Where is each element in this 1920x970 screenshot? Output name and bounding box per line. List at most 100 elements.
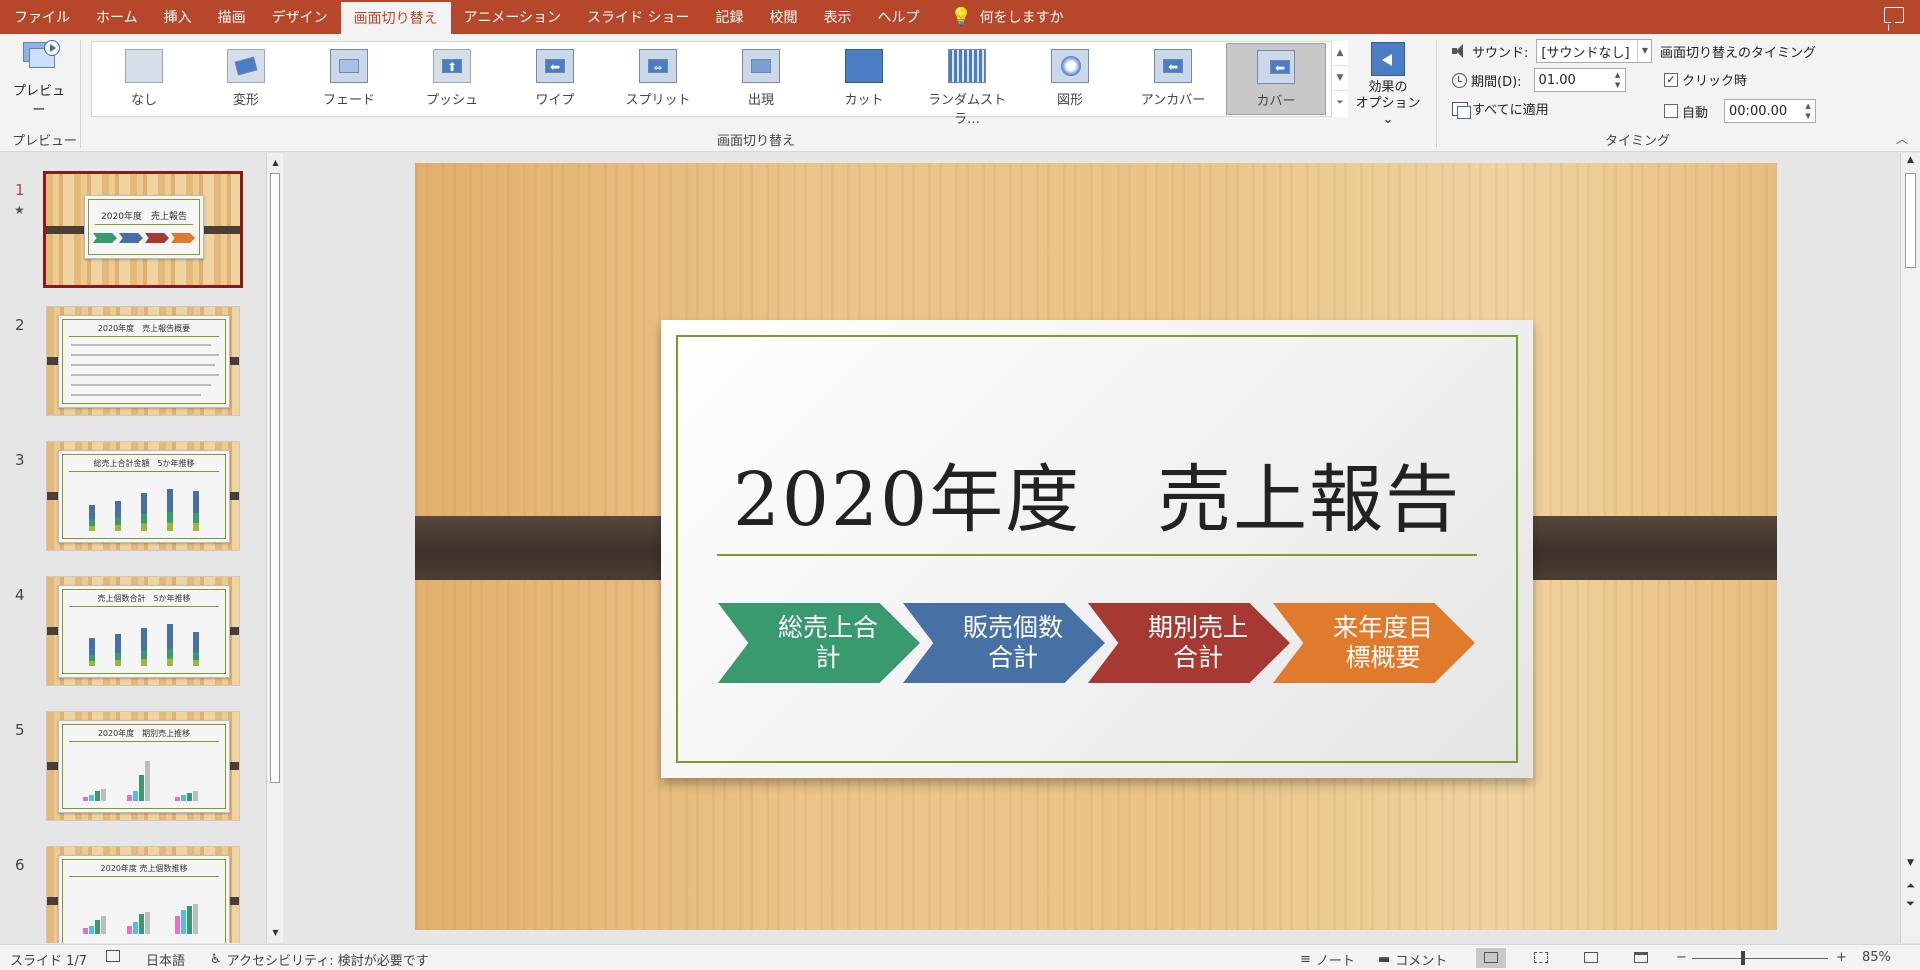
slide-thumbnail-5[interactable]: 5 2020年度 期別売上推移 <box>0 711 262 831</box>
scroll-up-icon[interactable]: ▲ <box>1901 155 1920 165</box>
transition-wipe[interactable]: ⬅ ワイプ <box>505 43 605 115</box>
next-slide-icon[interactable]: ⏷ <box>1901 897 1920 911</box>
reading-view-button[interactable] <box>1576 948 1606 968</box>
zoom-in-button[interactable]: + <box>1836 950 1847 965</box>
sound-row: サウンド: [サウンドなし] ▼ <box>1452 39 1653 63</box>
tell-me-search[interactable]: 💡 何をしますか <box>933 0 1064 34</box>
slide-sorter-button[interactable] <box>1526 948 1556 968</box>
notes-button[interactable]: ≡ ノート <box>1300 950 1355 969</box>
collapse-ribbon-icon[interactable]: ︿ <box>1896 130 1908 147</box>
effect-options-button[interactable]: 効果の オプション ⌄ <box>1352 40 1424 127</box>
tab-transitions[interactable]: 画面切り替え <box>340 2 451 34</box>
on-click-label: クリック時 <box>1682 74 1748 89</box>
tab-help[interactable]: ヘルプ <box>865 0 933 34</box>
comments-icon[interactable] <box>1884 7 1904 23</box>
zoom-slider[interactable] <box>1692 958 1828 959</box>
chevron-text: 販売個数合計 <box>962 613 1063 672</box>
slide-editor: 2020年度 売上報告 総売上合計 販売個数合計 期別売上合計 来年度目標概要 <box>283 153 1900 943</box>
tab-review[interactable]: 校閲 <box>757 0 811 34</box>
transition-random-bars[interactable]: ランダムストラ… <box>917 43 1017 127</box>
editor-scrollbar[interactable]: ▲ ▼ ⏶ ⏷ <box>1900 153 1920 943</box>
slide-thumbnail-1[interactable]: 1 ★ 2020年度 売上報告 <box>0 171 262 291</box>
transition-shape[interactable]: 図形 <box>1020 43 1120 115</box>
speaker-icon <box>1452 44 1468 58</box>
thumbnail-title: 総売上合計金額 5か年推移 <box>93 459 195 468</box>
transition-label: カバー <box>1256 94 1296 109</box>
gallery-down-icon[interactable]: ▼ <box>1332 66 1348 91</box>
previous-slide-icon[interactable]: ⏶ <box>1901 879 1920 893</box>
slide-title[interactable]: 2020年度 売上報告 <box>661 440 1533 547</box>
preview-button[interactable]: プレビュー <box>8 40 70 118</box>
transition-uncover[interactable]: ⬅ アンカバー <box>1123 43 1223 115</box>
sound-select[interactable]: [サウンドなし] ▼ <box>1536 39 1653 63</box>
notes-icon: ≡ <box>1300 952 1311 967</box>
transition-label: ワイプ <box>535 93 575 108</box>
auto-checkbox[interactable]: 自動 00:00.00 ▲ ▼ <box>1664 99 1817 123</box>
decorative-band-left <box>415 516 691 580</box>
thumbnail-frame: 2020年度 売上個数推移 <box>46 846 240 943</box>
slideshow-button[interactable] <box>1626 948 1656 968</box>
on-click-checkbox[interactable]: ✓ クリック時 <box>1664 70 1747 89</box>
slide-thumbnail-2[interactable]: 2 2020年度 売上報告概要 <box>0 306 262 426</box>
decorative-band-right <box>1503 516 1777 580</box>
spell-check-icon[interactable] <box>106 950 120 962</box>
tab-record[interactable]: 記録 <box>703 0 757 34</box>
transition-fade[interactable]: フェード <box>299 43 399 115</box>
auto-label: 自動 <box>1682 105 1709 121</box>
accessibility-status[interactable]: ♿ アクセシビリティ: 検討が必要です <box>210 950 429 969</box>
tab-slideshow[interactable]: スライド ショー <box>574 0 702 34</box>
tab-view[interactable]: 表示 <box>811 0 865 34</box>
comments-button[interactable]: ▬ コメント <box>1378 950 1447 969</box>
thumbnail-title: 売上個数合計 5か年推移 <box>97 594 191 603</box>
slide-thumbnail-3[interactable]: 3 総売上合計金額 5か年推移 <box>0 441 262 561</box>
spinner-icon[interactable]: ▲ ▼ <box>1803 101 1813 121</box>
scroll-thumb[interactable] <box>270 173 280 783</box>
transition-reveal[interactable]: 出現 <box>711 43 811 115</box>
chevron-down-icon: ▼ <box>1637 40 1651 62</box>
chevron-period-sales[interactable]: 期別売上合計 <box>1088 603 1290 683</box>
chevron-next-year-goals[interactable]: 来年度目標概要 <box>1273 603 1475 683</box>
auto-time-input[interactable]: 00:00.00 ▲ ▼ <box>1724 99 1817 123</box>
transition-cut-icon <box>845 49 883 83</box>
scroll-thumb[interactable] <box>1905 173 1916 268</box>
transition-fade-icon <box>330 49 368 83</box>
scroll-up-icon[interactable]: ▲ <box>267 155 284 171</box>
duration-label: 期間(D): <box>1471 74 1522 90</box>
gallery-up-icon[interactable]: ▲ <box>1332 41 1348 66</box>
scroll-down-icon[interactable]: ▼ <box>267 925 284 941</box>
apply-all-button[interactable]: すべてに適用 <box>1452 99 1549 119</box>
zoom-out-button[interactable]: − <box>1676 950 1687 965</box>
zoom-level[interactable]: 85% <box>1862 950 1891 965</box>
reading-view-icon <box>1584 952 1598 963</box>
tab-design[interactable]: デザイン <box>259 0 341 34</box>
transition-none[interactable]: なし <box>94 43 194 115</box>
tab-animations[interactable]: アニメーション <box>451 0 574 34</box>
tab-home[interactable]: ホーム <box>83 0 151 34</box>
tab-file[interactable]: ファイル <box>0 0 83 34</box>
gallery-more-icon[interactable]: ⏷ <box>1332 91 1348 116</box>
transition-cut[interactable]: カット <box>814 43 914 115</box>
duration-input[interactable]: 01.00 ▲ ▼ <box>1533 68 1626 92</box>
transition-none-icon <box>125 49 163 83</box>
sound-value: [サウンドなし] <box>1541 45 1630 61</box>
transition-cover[interactable]: ⬅ カバー <box>1226 43 1326 115</box>
language-indicator[interactable]: 日本語 <box>146 950 185 969</box>
transition-push[interactable]: ⬆ プッシュ <box>402 43 502 115</box>
checkbox-icon <box>1664 104 1678 118</box>
lightbulb-icon: 💡 <box>950 7 972 27</box>
transition-morph[interactable]: 変形 <box>196 43 296 115</box>
transition-split[interactable]: ⇔ スプリット <box>608 43 708 115</box>
scroll-down-icon[interactable]: ▼ <box>1901 858 1920 868</box>
advance-heading-label: 画面切り替えのタイミング <box>1660 46 1817 61</box>
current-slide[interactable]: 2020年度 売上報告 総売上合計 販売個数合計 期別売上合計 来年度目標概要 <box>415 163 1777 930</box>
chevron-text: 期別売上合計 <box>1147 613 1248 672</box>
zoom-slider-handle[interactable] <box>1741 951 1745 965</box>
spinner-icon[interactable]: ▲ ▼ <box>1613 70 1623 90</box>
thumbnail-scrollbar[interactable]: ▲ ▼ <box>266 153 283 943</box>
thumbnail-pane: 1 ★ 2020年度 売上報告 2 2020年度 売上報告概要 3 総売上合計金… <box>0 153 282 943</box>
tab-insert[interactable]: 挿入 <box>151 0 205 34</box>
slide-thumbnail-6[interactable]: 6 2020年度 売上個数推移 <box>0 846 262 943</box>
normal-view-button[interactable] <box>1476 948 1506 968</box>
slide-thumbnail-4[interactable]: 4 売上個数合計 5か年推移 <box>0 576 262 696</box>
tab-draw[interactable]: 描画 <box>205 0 259 34</box>
